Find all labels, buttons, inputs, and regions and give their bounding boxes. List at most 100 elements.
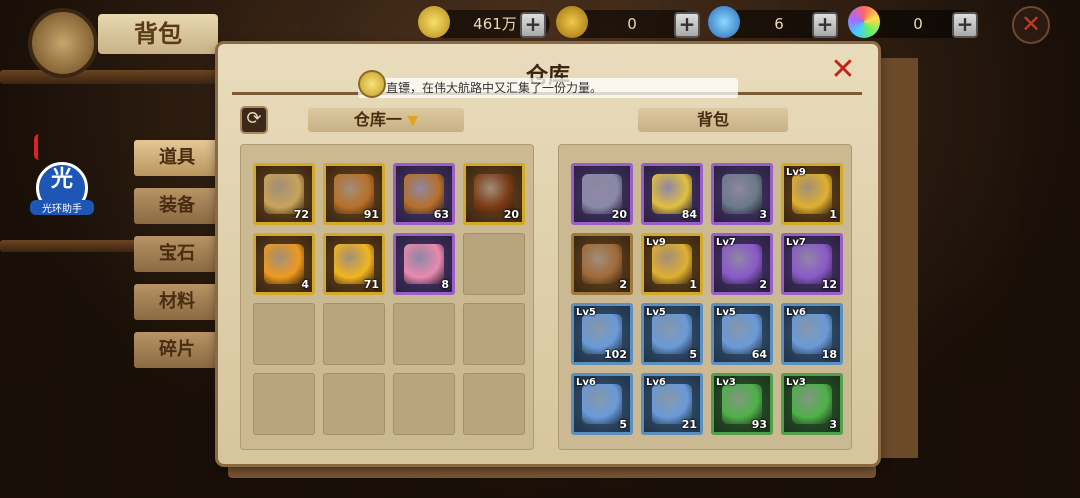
ore-icon bbox=[722, 174, 762, 214]
bag-slot[interactable]: 3 bbox=[711, 163, 773, 225]
add-rainbow-gem-button[interactable]: + bbox=[952, 12, 978, 38]
warehouse-slot[interactable]: 8 bbox=[393, 233, 455, 295]
item-level: Lv5 bbox=[576, 307, 596, 318]
bag-slot[interactable]: Lv5 64 bbox=[711, 303, 773, 365]
helper-glyph: 光 bbox=[50, 167, 73, 192]
gold-ingot-icon bbox=[418, 6, 450, 38]
item-count: 72 bbox=[293, 208, 309, 221]
item-count: 20 bbox=[611, 208, 627, 221]
bag-slot[interactable]: 84 bbox=[641, 163, 703, 225]
empty-slot bbox=[323, 303, 385, 365]
page-title: 背包 bbox=[98, 14, 218, 54]
item-count: 102 bbox=[604, 348, 627, 361]
item-level: Lv6 bbox=[576, 377, 596, 388]
item-count: 63 bbox=[433, 208, 449, 221]
empty-slot bbox=[253, 303, 315, 365]
bag-slot[interactable]: Lv9 1 bbox=[781, 163, 843, 225]
bag-slot[interactable]: Lv5 5 bbox=[641, 303, 703, 365]
item-count: 1 bbox=[689, 278, 697, 291]
close-icon[interactable]: ✕ bbox=[1012, 6, 1050, 44]
bag-slot[interactable]: Lv7 12 bbox=[781, 233, 843, 295]
item-count: 4 bbox=[301, 278, 309, 291]
item-level: Lv7 bbox=[716, 237, 736, 248]
item-count: 5 bbox=[689, 348, 697, 361]
coin-icon bbox=[556, 6, 588, 38]
helper-label: 光环助手 bbox=[30, 200, 94, 215]
item-level: Lv6 bbox=[786, 307, 806, 318]
item-count: 71 bbox=[363, 278, 379, 291]
shelf bbox=[0, 70, 220, 84]
item-count: 8 bbox=[441, 278, 449, 291]
item-count: 3 bbox=[759, 208, 767, 221]
panel-bottom bbox=[228, 462, 876, 478]
panel-side bbox=[878, 58, 918, 458]
anchor-emblem-icon bbox=[28, 8, 98, 78]
ticker-message: 直镖，在伟大航路中又汇集了一份力量。 bbox=[358, 78, 738, 98]
empty-slot bbox=[253, 373, 315, 435]
warehouse-selector-label: 仓库一 bbox=[353, 110, 402, 129]
bag-slot[interactable]: 2 bbox=[571, 233, 633, 295]
tab-gems[interactable]: 宝石 bbox=[134, 236, 220, 272]
bag-slot[interactable]: Lv6 18 bbox=[781, 303, 843, 365]
item-count: 2 bbox=[759, 278, 767, 291]
warehouse-slot[interactable]: 71 bbox=[323, 233, 385, 295]
item-level: Lv5 bbox=[716, 307, 736, 318]
gold-book-icon bbox=[792, 174, 832, 214]
warehouse-panel: 仓库 ✕ 直镖，在伟大航路中又汇集了一份力量。 ⟳ 仓库一 ▼ 背包 72 91 6… bbox=[218, 44, 878, 464]
tab-fragments[interactable]: 碎片 bbox=[134, 332, 220, 368]
bag-slot[interactable]: Lv9 1 bbox=[641, 233, 703, 295]
item-count: 3 bbox=[829, 418, 837, 431]
gold-value: 461万 bbox=[473, 15, 517, 33]
empty-slot bbox=[393, 373, 455, 435]
green-book-icon bbox=[792, 384, 832, 424]
item-count: 18 bbox=[821, 348, 837, 361]
amber-crystal-icon bbox=[264, 244, 304, 284]
warehouse-slot[interactable]: 63 bbox=[393, 163, 455, 225]
item-level: Lv9 bbox=[786, 167, 806, 178]
dropdown-arrow-icon: ▼ bbox=[407, 113, 419, 129]
snail-icon bbox=[358, 70, 386, 98]
rainbow-gem-icon bbox=[848, 6, 880, 38]
bag-slot[interactable]: Lv6 21 bbox=[641, 373, 703, 435]
antler-headband-icon bbox=[582, 244, 622, 284]
bag-slot[interactable]: Lv3 93 bbox=[711, 373, 773, 435]
bag-slot[interactable]: Lv3 3 bbox=[781, 373, 843, 435]
item-level: Lv9 bbox=[646, 237, 666, 248]
warehouse-slot[interactable]: 91 bbox=[323, 163, 385, 225]
bag-header: 背包 bbox=[638, 108, 788, 132]
warehouse-slot[interactable]: 20 bbox=[463, 163, 525, 225]
bag-slot[interactable]: Lv6 5 bbox=[571, 373, 633, 435]
item-level: Lv3 bbox=[786, 377, 806, 388]
refresh-icon[interactable]: ⟳ bbox=[240, 106, 268, 134]
tab-equipment[interactable]: 装备 bbox=[134, 188, 220, 224]
bag-slot[interactable]: 20 bbox=[571, 163, 633, 225]
character-shard-icon bbox=[404, 244, 444, 284]
item-count: 20 bbox=[503, 208, 519, 221]
add-coin-button[interactable]: + bbox=[674, 12, 700, 38]
warehouse-grid: 72 91 63 20 4 71 8 bbox=[240, 144, 534, 450]
item-count: 1 bbox=[829, 208, 837, 221]
bag-slot[interactable]: Lv5 102 bbox=[571, 303, 633, 365]
item-count: 93 bbox=[751, 418, 767, 431]
tab-materials[interactable]: 材料 bbox=[134, 284, 220, 320]
item-count: 64 bbox=[751, 348, 767, 361]
add-gold-button[interactable]: + bbox=[520, 12, 546, 38]
diamond-value: 6 bbox=[774, 15, 784, 33]
empty-slot bbox=[393, 303, 455, 365]
item-count: 21 bbox=[681, 418, 697, 431]
warehouse-slot[interactable]: 4 bbox=[253, 233, 315, 295]
add-diamond-button[interactable]: + bbox=[812, 12, 838, 38]
item-level: Lv7 bbox=[786, 237, 806, 248]
blue-book-icon bbox=[582, 384, 622, 424]
item-count: 5 bbox=[619, 418, 627, 431]
warehouse-slot[interactable]: 72 bbox=[253, 163, 315, 225]
bag-slot[interactable]: Lv7 2 bbox=[711, 233, 773, 295]
warehouse-selector[interactable]: 仓库一 ▼ bbox=[308, 108, 464, 132]
empty-slot bbox=[463, 303, 525, 365]
notification-indicator bbox=[34, 134, 44, 160]
item-level: Lv5 bbox=[646, 307, 666, 318]
item-count: 12 bbox=[821, 278, 837, 291]
empty-slot bbox=[463, 233, 525, 295]
panel-close-icon[interactable]: ✕ bbox=[828, 55, 858, 86]
tab-items[interactable]: 道具 bbox=[134, 140, 220, 176]
